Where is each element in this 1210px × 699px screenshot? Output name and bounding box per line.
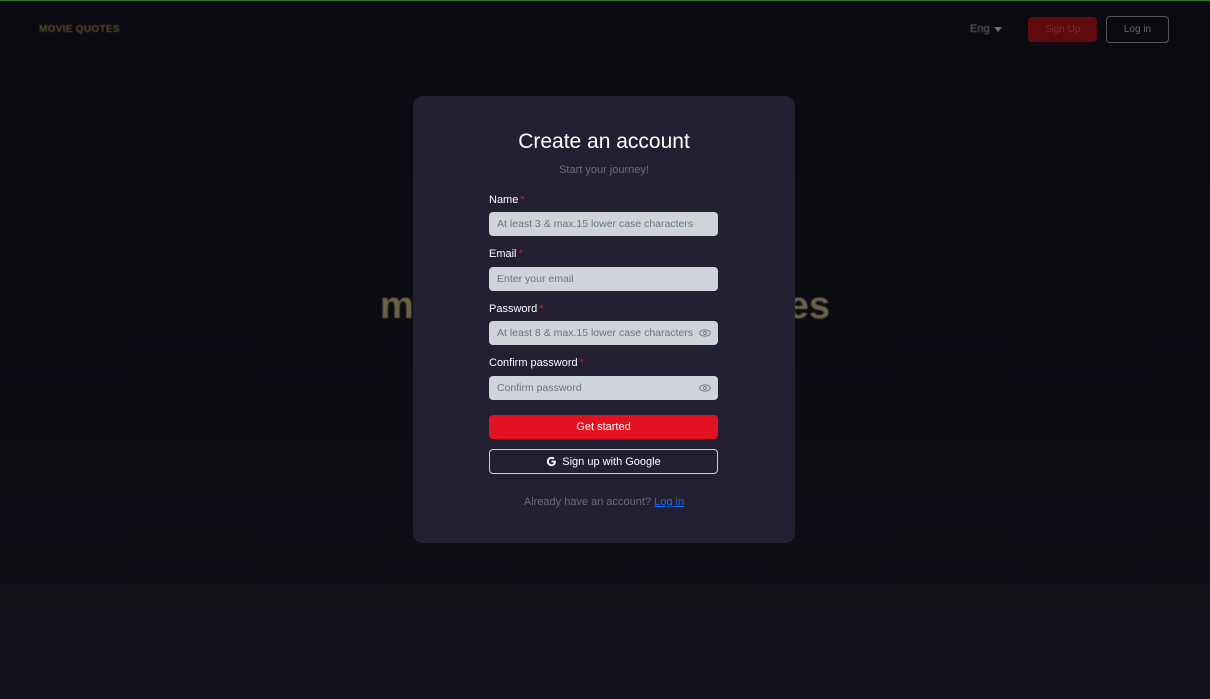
language-selector[interactable]: Eng [970, 23, 990, 35]
password-input[interactable] [489, 321, 718, 345]
top-navbar: MOVIE QUOTES Eng Sign Up Log in [0, 1, 1210, 57]
name-label-text: Name [489, 194, 519, 206]
confirm-password-label-text: Confirm password [489, 357, 578, 369]
confirm-password-label: Confirm password * [489, 357, 584, 369]
password-label: Password * [489, 303, 544, 315]
modal-title: Create an account [518, 130, 690, 153]
required-mark: * [539, 303, 544, 315]
confirm-password-input[interactable] [489, 376, 718, 400]
required-mark: * [520, 194, 525, 206]
password-label-text: Password [489, 303, 538, 315]
login-link[interactable]: Log in [654, 496, 684, 508]
required-mark: * [579, 357, 584, 369]
google-icon [547, 456, 557, 467]
login-prompt: Already have an account? Log in [413, 496, 795, 508]
required-mark: * [518, 248, 523, 260]
email-input[interactable] [489, 267, 718, 291]
get-started-button[interactable]: Get started [489, 415, 718, 439]
nav-login-button[interactable]: Log in [1106, 16, 1169, 43]
email-label: Email * [489, 248, 523, 260]
logo[interactable]: MOVIE QUOTES [39, 24, 120, 35]
login-prompt-text: Already have an account? [523, 496, 652, 508]
google-signup-label: Sign up with Google [562, 455, 661, 468]
name-label: Name * [489, 194, 525, 206]
caret-down-icon[interactable] [994, 27, 1002, 32]
eye-icon[interactable] [699, 384, 711, 392]
email-label-text: Email [489, 248, 517, 260]
eye-icon[interactable] [699, 329, 711, 337]
signup-modal: Create an account Start your journey! Na… [413, 96, 795, 543]
google-signup-button[interactable]: Sign up with Google [489, 449, 718, 474]
modal-subtitle: Start your journey! [559, 164, 649, 176]
hero-heading-left: m [380, 285, 414, 327]
name-input[interactable] [489, 212, 718, 236]
nav-signup-button[interactable]: Sign Up [1028, 17, 1097, 42]
